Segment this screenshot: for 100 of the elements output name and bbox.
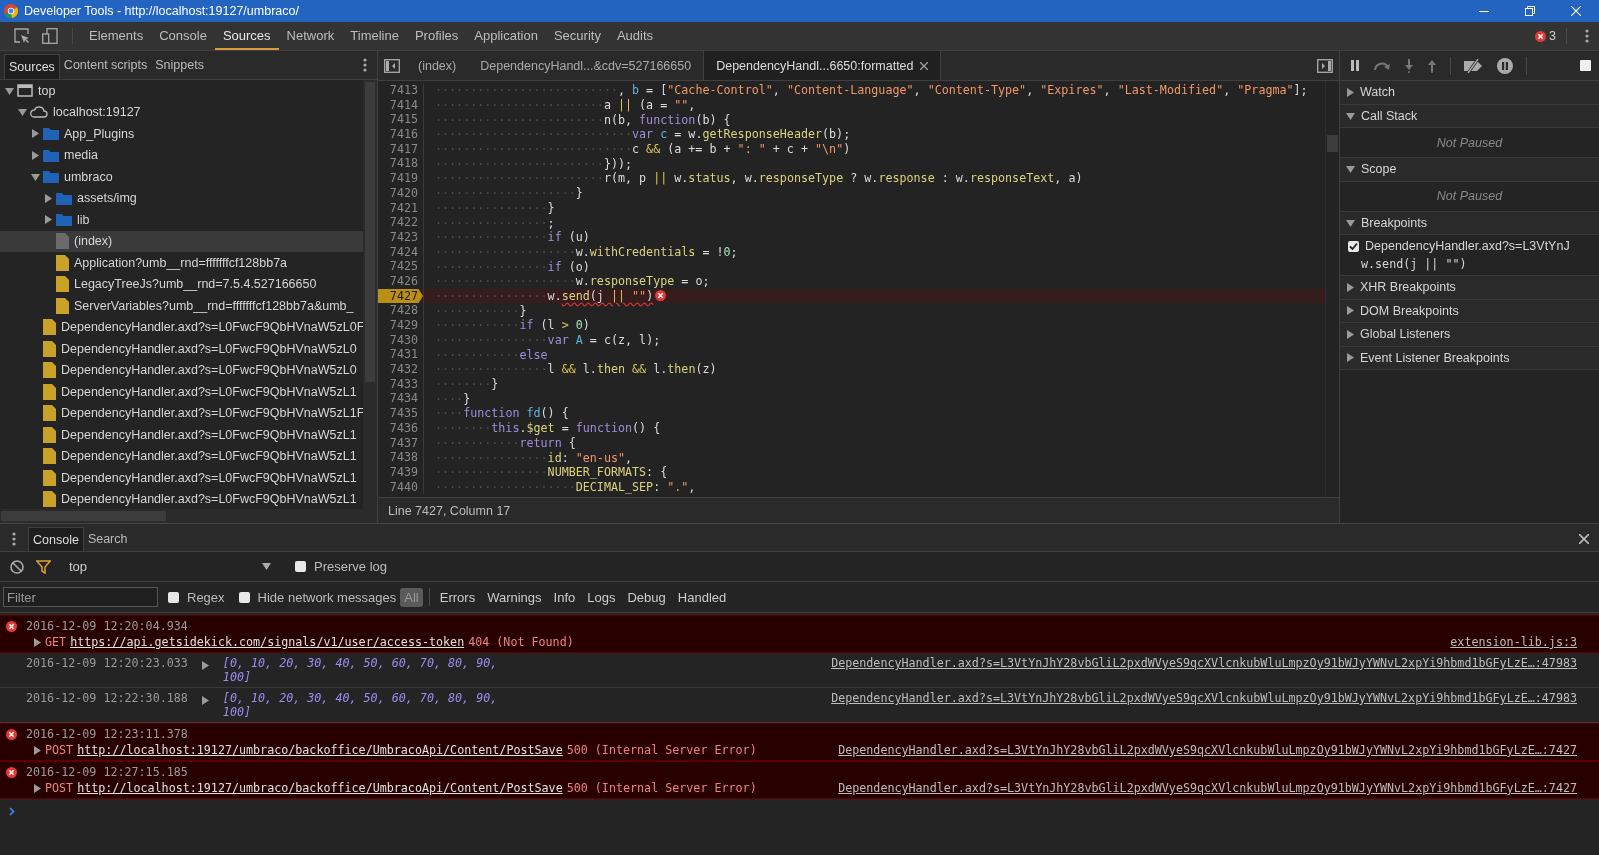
caret-right-icon[interactable] [31,150,39,160]
expand-triangle-icon[interactable] [34,783,41,793]
breakpoint-file[interactable]: DependencyHandler.axd?s=L3VtYnJ [1365,239,1570,253]
more-options-icon[interactable] [12,532,16,546]
checkbox[interactable] [295,561,306,572]
close-icon[interactable] [1579,534,1589,544]
tree-item[interactable]: DependencyHandler.axd?s=L0FwcF9QbHVnaW5zL1 [0,488,363,509]
panel-tab[interactable]: Profiles [406,22,467,50]
panel-tab[interactable]: Application [466,22,546,50]
tree-item[interactable]: DependencyHandler.axd?s=L0FwcF9QbHVnaW5zL0 [0,359,363,381]
source-link[interactable]: DependencyHandler.axd?s=L3VtYnJhY28vbGliL2pxdWVyeS9qcXVlcnkubWluLmpzOy91bWJyYWNvL2xpYi9hbmd1bGFyLzE…:7427 [838,743,1577,757]
file-tab[interactable]: (index) [406,51,469,80]
section-header[interactable]: Call Stack [1340,104,1599,128]
caret-down-icon[interactable] [1346,165,1355,174]
sidebar-toggle-icon[interactable] [384,58,400,73]
tree-item[interactable]: App_Plugins [0,123,363,145]
scrollbar-thumb[interactable] [1327,135,1338,152]
caret-right-icon[interactable] [44,193,52,203]
expand-triangle-icon[interactable] [201,661,209,670]
navigator-tab[interactable]: Content scripts [59,51,152,79]
tree-item[interactable]: assets/img [0,187,363,209]
section-header[interactable]: Watch [1340,81,1599,105]
caret-right-icon[interactable] [1346,353,1354,363]
prompt-chevron-icon[interactable] [9,807,15,816]
level-filter[interactable]: Info [549,587,580,607]
level-filter[interactable]: Errors [435,587,480,607]
pause-icon[interactable] [1350,60,1360,71]
section-header[interactable]: Event Listener Breakpoints [1340,346,1599,370]
drawer-tab[interactable]: Console [28,527,84,551]
source-link[interactable]: extension-lib.js:3 [1450,635,1577,649]
caret-down-icon[interactable] [4,86,14,95]
source-link[interactable]: DependencyHandler.axd?s=L3VtYnJhY28vbGliL2pxdWVyeS9qcXVlcnkubWluLmpzOy91bWJyYWNvL2xpYi9hbmd1bGFyLzE…:47983 [831,656,1577,670]
caret-down-icon[interactable] [30,172,40,181]
panel-tab[interactable]: Console [151,22,215,50]
navigator-tab[interactable]: Sources [4,54,60,79]
pause-on-exceptions-icon[interactable] [1497,57,1513,74]
section-header[interactable]: XHR Breakpoints [1340,276,1599,300]
tree-item[interactable]: DependencyHandler.axd?s=L0FwcF9QbHVnaW5zL1 [0,445,363,467]
request-url-link[interactable]: https://api.getsidekick.com/signals/v1/user/access-token [70,635,465,649]
tree-item[interactable]: umbraco [0,166,363,188]
filter-field[interactable]: Filter [3,587,158,607]
expand-triangle-icon[interactable] [34,637,41,647]
inspect-icon[interactable] [14,28,30,44]
filter-icon[interactable] [36,559,51,574]
level-filter[interactable]: Logs [583,587,620,607]
tree-item[interactable]: DependencyHandler.axd?s=L0FwcF9QbHVnaW5zL0F [0,316,363,338]
expand-triangle-icon[interactable] [201,696,209,705]
close-icon[interactable] [919,61,928,70]
tree-item[interactable]: (index) [0,230,363,252]
panel-tab[interactable]: Timeline [342,22,407,50]
section-header[interactable]: Global Listeners [1340,323,1599,347]
section-header[interactable]: Scope [1340,158,1599,182]
source-link[interactable]: DependencyHandler.axd?s=L3VtYnJhY28vbGliL2pxdWVyeS9qcXVlcnkubWluLmpzOy91bWJyYWNvL2xpYi9hbmd1bGFyLzE…:47983 [831,691,1577,705]
tree-item[interactable]: DependencyHandler.axd?s=L0FwcF9QbHVnaW5zL1 [0,381,363,403]
tree-item[interactable]: localhost:19127 [0,101,363,123]
source-link[interactable]: DependencyHandler.axd?s=L3VtYnJhY28vbGliL2pxdWVyeS9qcXVlcnkubWluLmpzOy91bWJyYWNvL2xpYi9hbmd1bGFyLzE…:7427 [838,781,1577,795]
more-options-icon[interactable] [363,58,367,72]
context-select[interactable]: top [63,558,275,575]
clear-console-icon[interactable] [10,559,24,574]
request-url-link[interactable]: http://localhost:19127/umbraco/backoffice/UmbracoApi/Content/PostSave [77,781,563,795]
caret-right-icon[interactable] [44,215,52,225]
panel-tab[interactable]: Security [545,22,609,50]
tree-item[interactable]: DependencyHandler.axd?s=L0FwcF9QbHVnaW5zL0 [0,338,363,360]
panel-tab[interactable]: Audits [608,22,662,50]
tree-item[interactable]: DependencyHandler.axd?s=L0FwcF9QbHVnaW5zL1F [0,402,363,424]
level-filter[interactable]: Warnings [483,587,546,607]
tree-item[interactable]: DependencyHandler.axd?s=L0FwcF9QbHVnaW5zL1 [0,467,363,489]
tree-item[interactable]: DependencyHandler.axd?s=L0FwcF9QbHVnaW5zL1 [0,424,363,446]
more-options-icon[interactable] [1585,29,1589,43]
expand-triangle-icon[interactable] [34,745,41,755]
panel-tab[interactable]: Network [278,22,343,50]
panel-tab[interactable]: Elements [81,22,152,50]
caret-right-icon[interactable] [1346,87,1354,97]
step-over-icon[interactable] [1373,60,1391,71]
checkbox[interactable] [1580,60,1591,71]
level-filter[interactable]: Debug [623,587,670,607]
checkbox[interactable] [238,591,250,603]
file-tab[interactable]: DependencyHandl...&cdv=527166650 [468,51,704,80]
step-into-icon[interactable] [1404,58,1414,73]
caret-right-icon[interactable] [1346,306,1354,316]
tree-item[interactable]: ServerVariables?umb__rnd=fffffffcf128bb7a&umb_ [0,295,363,317]
step-out-icon[interactable] [1427,58,1437,73]
tree-item[interactable]: LegacyTreeJs?umb__rnd=7.5.4.527166650 [0,273,363,295]
caret-down-icon[interactable] [1346,111,1355,120]
caret-down-icon[interactable] [17,108,27,117]
checkbox[interactable] [1348,240,1359,252]
error-count-badge[interactable]: 3 [1525,22,1566,50]
drawer-tab[interactable]: Search [83,527,132,551]
checkbox[interactable] [168,591,179,603]
request-url-link[interactable]: http://localhost:19127/umbraco/backoffice/UmbracoApi/Content/PostSave [77,743,563,757]
caret-right-icon[interactable] [31,129,39,139]
section-header[interactable]: Breakpoints [1340,211,1599,235]
navigator-tab[interactable]: Snippets [151,51,208,79]
tree-item[interactable]: Application?umb__rnd=fffffffcf128bb7a [0,252,363,274]
tree-item[interactable]: top [0,80,363,102]
deactivate-breakpoints-icon[interactable] [1464,58,1484,73]
tree-item[interactable]: media [0,144,363,166]
file-tab[interactable]: DependencyHandl...6650:formatted [703,51,941,80]
tree-item[interactable]: lib [0,209,363,231]
caret-down-icon[interactable] [1346,218,1355,227]
